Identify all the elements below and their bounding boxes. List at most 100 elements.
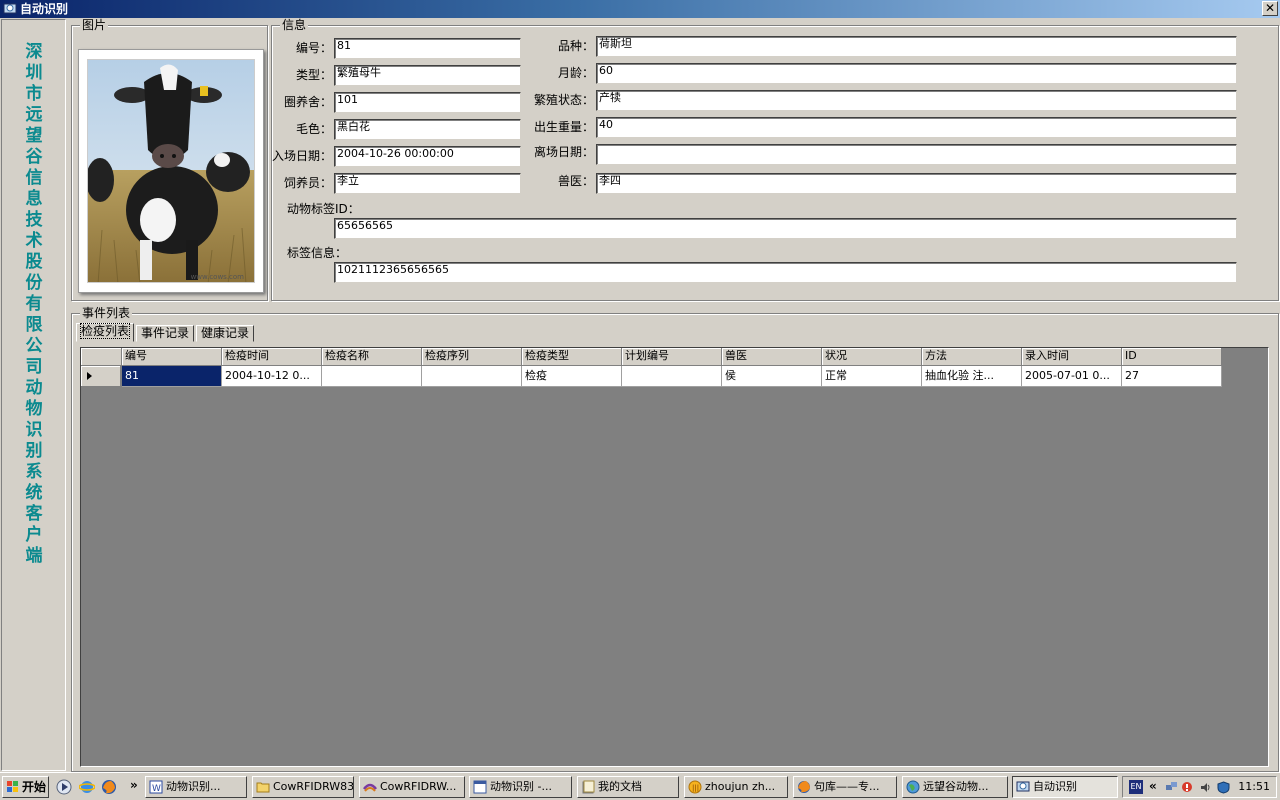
animal-photo-frame: www.cows.com: [78, 49, 264, 293]
age-months-field[interactable]: 60: [596, 63, 1237, 84]
quarantine-grid[interactable]: 编号 检疫时间 检疫名称 检疫序列 检疫类型 计划编号 兽医 状况 方法 录入时…: [80, 347, 1269, 767]
internet-explorer-icon[interactable]: [79, 779, 95, 795]
start-button[interactable]: 开始: [2, 776, 49, 798]
app-icon: [3, 3, 17, 14]
coat-field[interactable]: 黑白花: [334, 119, 521, 140]
column-header[interactable]: 编号: [122, 348, 222, 366]
language-indicator[interactable]: EN: [1129, 780, 1143, 794]
photo-caption: www.cows.com: [190, 273, 244, 281]
firefox-icon[interactable]: [101, 779, 117, 795]
type-field[interactable]: 繁殖母牛: [334, 65, 521, 86]
column-header[interactable]: 检疫时间: [222, 348, 322, 366]
row-header[interactable]: [81, 366, 121, 387]
breeding-status-label: 繁殖状态：: [533, 93, 594, 107]
pen-field[interactable]: 101: [334, 92, 521, 113]
network-icon[interactable]: [1165, 781, 1178, 794]
table-cell[interactable]: 侯: [722, 366, 822, 387]
column-header[interactable]: ID: [1122, 348, 1222, 366]
taskbar-item-yuanwanggu-site[interactable]: 远望谷动物...: [902, 776, 1008, 798]
close-button[interactable]: ✕: [1262, 1, 1278, 16]
task-label: 句库——专...: [814, 780, 880, 793]
left-banner: 深圳市远望谷信息技术股份有限公司动物识别系统客户端: [1, 19, 66, 771]
vs-icon: [363, 783, 377, 792]
table-cell[interactable]: [422, 366, 522, 387]
taskbar-item-chat-zhoujun[interactable]: ||| zhoujun zh...: [684, 776, 788, 798]
entry-date-field[interactable]: 2004-10-26 00:00:00: [334, 146, 521, 167]
column-header[interactable]: 方法: [922, 348, 1022, 366]
task-label: CowRFIDRW83: [273, 780, 354, 793]
table-cell[interactable]: 81: [122, 366, 222, 387]
info-group-legend: 信息: [280, 18, 309, 32]
coat-label: 毛色：: [295, 122, 332, 136]
documents-icon: [582, 780, 595, 794]
globe-icon: [906, 780, 920, 794]
system-tray: EN « 11:51: [1122, 776, 1277, 798]
table-cell[interactable]: 27: [1122, 366, 1222, 387]
window-title: 自动识别: [20, 2, 69, 16]
breed-field[interactable]: 荷斯坦: [596, 36, 1237, 57]
volume-icon[interactable]: [1199, 781, 1212, 794]
table-cell[interactable]: 检疫: [522, 366, 622, 387]
keeper-field[interactable]: 李立: [334, 173, 521, 194]
table-cell[interactable]: [322, 366, 422, 387]
svg-text:W: W: [152, 784, 161, 794]
taskbar-item-my-documents[interactable]: 我的文档: [577, 776, 679, 798]
show-hidden-icons-button[interactable]: «: [1149, 779, 1157, 793]
table-cell[interactable]: [622, 366, 722, 387]
app-window-icon: [1016, 781, 1030, 792]
app-window-icon: [473, 780, 487, 794]
task-label: CowRFIDRW...: [380, 780, 457, 793]
task-label: zhoujun zh...: [705, 780, 776, 793]
window-titlebar: 自动识别 ✕: [0, 0, 1280, 18]
close-icon: ✕: [1264, 1, 1276, 15]
column-header[interactable]: 检疫序列: [422, 348, 522, 366]
tab-label: 健康记录: [201, 326, 250, 340]
media-player-icon[interactable]: [56, 779, 72, 795]
tag-info-label: 标签信息：: [287, 246, 348, 260]
exit-date-field[interactable]: [596, 144, 1237, 165]
tab-health-records[interactable]: 健康记录: [196, 325, 255, 342]
event-group-legend: 事件列表: [80, 306, 133, 320]
clock[interactable]: 11:51: [1238, 780, 1270, 793]
breeding-status-field[interactable]: 产犊: [596, 90, 1237, 111]
id-field[interactable]: 81: [334, 38, 521, 59]
tab-quarantine-list[interactable]: 检疫列表: [76, 323, 135, 342]
quicklaunch-overflow-button[interactable]: »: [130, 778, 138, 792]
pen-label: 圈养舍：: [283, 95, 332, 109]
windows-logo-icon: [7, 781, 18, 792]
picture-group-legend: 图片: [80, 18, 109, 32]
column-header[interactable]: 计划编号: [622, 348, 722, 366]
tag-info-field[interactable]: 1021112365656565: [334, 262, 1237, 283]
tab-event-records[interactable]: 事件记录: [136, 325, 195, 342]
shield-icon[interactable]: [1217, 781, 1230, 794]
task-label: 自动识别: [1033, 780, 1077, 793]
column-header[interactable]: 状况: [822, 348, 922, 366]
table-cell[interactable]: 正常: [822, 366, 922, 387]
company-name: 深圳市远望谷信息技术股份有限公司动物识别系统客户端: [25, 42, 43, 566]
type-label: 类型：: [295, 68, 332, 82]
security-alert-icon[interactable]: [1181, 781, 1194, 794]
tab-label: 检疫列表: [79, 323, 131, 339]
breed-label: 品种：: [557, 39, 594, 53]
table-cell[interactable]: 抽血化验 注...: [922, 366, 1022, 387]
tag-id-field[interactable]: 65656565: [334, 218, 1237, 239]
column-header[interactable]: 检疫类型: [522, 348, 622, 366]
taskbar-item-cowrfidrw-project[interactable]: CowRFIDRW...: [359, 776, 465, 798]
taskbar-item-firefox-page[interactable]: 句库——专...: [793, 776, 897, 798]
task-label: 动物识别...: [166, 780, 221, 793]
taskbar-item-cowrfidrw83-folder[interactable]: CowRFIDRW83: [252, 776, 354, 798]
tag-id-label: 动物标签ID：: [287, 202, 360, 216]
table-cell[interactable]: 2004-10-12 0...: [222, 366, 322, 387]
word-doc-icon: W: [149, 780, 163, 794]
taskbar-item-auto-recognition[interactable]: 自动识别: [1012, 776, 1118, 798]
taskbar-item-animal-id-doc[interactable]: W 动物识别...: [145, 776, 247, 798]
birth-weight-field[interactable]: 40: [596, 117, 1237, 138]
column-header[interactable]: 录入时间: [1022, 348, 1122, 366]
table-cell[interactable]: 2005-07-01 0...: [1022, 366, 1122, 387]
taskbar-item-animal-id-app[interactable]: 动物识别 -...: [469, 776, 572, 798]
column-header[interactable]: 兽医: [722, 348, 822, 366]
column-header[interactable]: 检疫名称: [322, 348, 422, 366]
tab-label: 事件记录: [141, 326, 190, 340]
vet-label: 兽医：: [557, 174, 594, 188]
vet-field[interactable]: 李四: [596, 173, 1237, 194]
